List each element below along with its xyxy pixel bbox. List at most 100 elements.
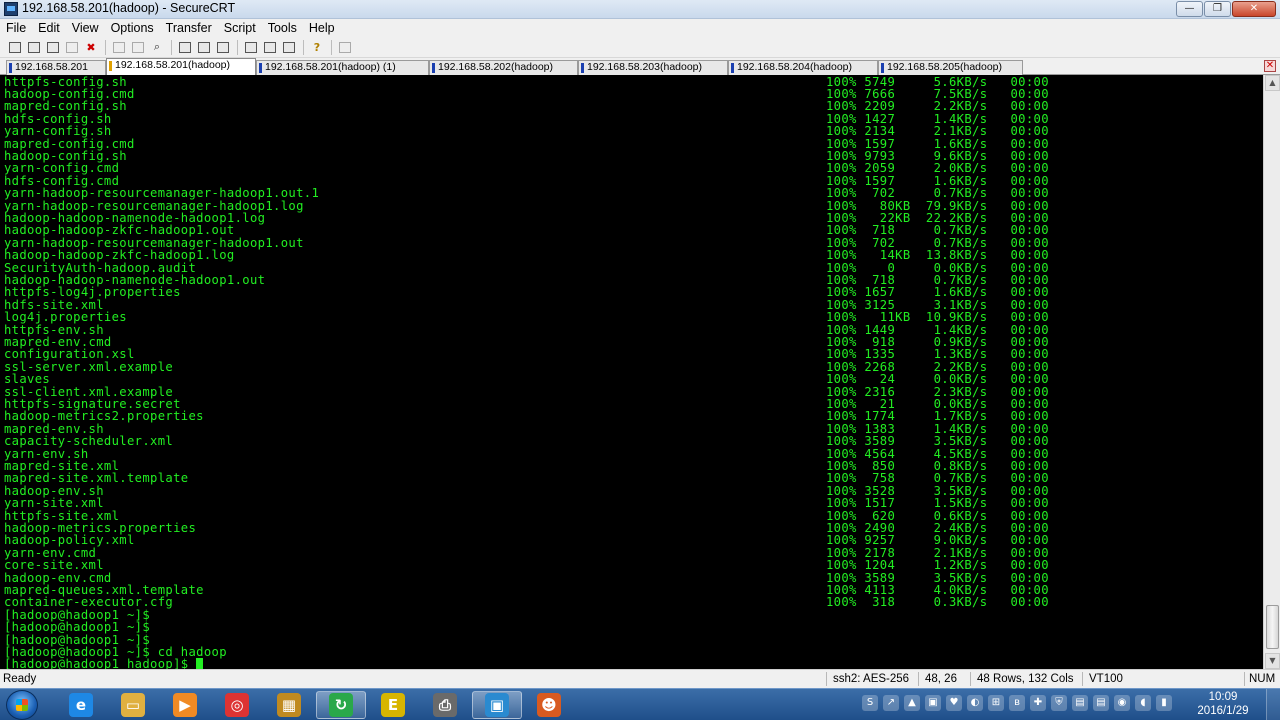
transfer-stats: 100% 1204 1.2KB/s 00:00 [826,558,1049,573]
session-options-icon[interactable] [242,39,260,55]
tray-icon[interactable]: ▤ [1072,695,1088,711]
taskbar-button[interactable]: e [56,691,106,719]
global-options-icon[interactable] [261,39,279,55]
start-button[interactable] [6,690,38,720]
about-icon[interactable] [336,39,354,55]
taskbar-button[interactable]: ▦ [264,691,314,719]
clock-date: 2016/1/29 [1197,705,1249,717]
session-tab[interactable]: 192.168.58.202(hadoop) [429,60,578,75]
taskbar-button[interactable]: ▭ [108,691,158,719]
quick-connect-icon[interactable] [25,39,43,55]
status-emulation: VT100 [1089,673,1123,685]
connect-icon[interactable] [6,39,24,55]
print-screen-icon[interactable] [176,39,194,55]
transfer-stats: 100% 1774 1.7KB/s 00:00 [826,409,1049,424]
session-tab[interactable]: 192.168.58.204(hadoop) [728,60,878,75]
tray-icon[interactable]: ↗ [883,695,899,711]
tray-icon[interactable]: ⊞ [988,695,1004,711]
transfer-stats: 100% 318 0.3KB/s 00:00 [826,595,1049,610]
windows-taskbar: e ▭ ▶ ◎ ▦ ↻ E ⎙ ▣ ☻ S ↗ ▲ ▣ ♥ ◐ ⊞ ʙ ✚ ⛨ ▤ ▤ ◉ ◖ ▮ 10:09 2016/1/… [0,688,1280,720]
transfer-filename: yarn-config.cmd [4,161,120,176]
transfer-filename: slaves [4,372,51,387]
menu-tools[interactable]: Tools [262,21,303,35]
toolbar: ✖ ⌕? [0,37,1280,58]
taskbar-button[interactable]: ▶ [160,691,210,719]
menu-script[interactable]: Script [218,21,262,35]
securecrt-app-icon[interactable] [4,2,18,16]
paste-icon[interactable] [129,39,147,55]
minimize-button[interactable]: — [1176,1,1203,17]
prompt-text: [hadoop@hadoop1 hadoop]$ [4,657,189,669]
media-player-icon: ▶ [173,693,197,717]
transfer-stats: 100% 9257 9.0KB/s 00:00 [826,533,1049,548]
print-icon[interactable] [214,39,232,55]
tray-icon[interactable]: ◉ [1114,695,1130,711]
terminal-output[interactable]: httpfs-config.sh 100% 5749 5.6KB/s 00:00 h… [0,75,1263,669]
tray-icon[interactable]: ◐ [967,695,983,711]
menu-file[interactable]: File [0,21,32,35]
show-desktop-button[interactable] [1266,689,1280,720]
session-tab[interactable]: 192.168.58.203(hadoop) [578,60,728,75]
print-selection-icon[interactable] [195,39,213,55]
tray-icon[interactable]: ♥ [946,695,962,711]
maximize-button[interactable]: ❐ [1204,1,1231,17]
tray-icon[interactable]: ✚ [1030,695,1046,711]
scroll-up-arrow-icon[interactable]: ▲ [1265,75,1280,91]
tray-icon[interactable]: ▣ [925,695,941,711]
menu-help[interactable]: Help [303,21,341,35]
status-num-lock: NUM [1249,673,1276,685]
title-bar[interactable]: 192.168.58.201(hadoop) - SecureCRT — ❐ ✕ [0,0,1280,19]
transfer-stats: 100% 2059 2.0KB/s 00:00 [826,161,1049,176]
taskbar-button[interactable]: ↻ [316,691,366,719]
menu-options[interactable]: Options [105,21,160,35]
tray-icon[interactable]: ʙ [1009,695,1025,711]
tray-icon[interactable]: ▮ [1156,695,1172,711]
keymap-icon[interactable] [280,39,298,55]
system-tray: S ↗ ▲ ▣ ♥ ◐ ⊞ ʙ ✚ ⛨ ▤ ▤ ◉ ◖ ▮ [862,695,1172,711]
status-cursor-position: 48, 26 [925,673,957,685]
taskbar-clock[interactable]: 10:09 2016/1/29 [1188,690,1258,718]
taskbar-button[interactable]: ⎙ [420,691,470,719]
tray-icon[interactable]: ◖ [1135,695,1151,711]
menu-bar: File Edit View Options Transfer Script Tools He… [0,19,1280,37]
game-app-icon: ☻ [537,693,561,717]
transfer-stats: 100% 2209 2.2KB/s 00:00 [826,99,1049,114]
tray-icon[interactable]: ▲ [904,695,920,711]
menu-edit[interactable]: Edit [32,21,66,35]
terminal-scrollbar[interactable]: ▲ ▼ [1263,75,1280,669]
close-button[interactable]: ✕ [1232,1,1276,17]
transfer-filename: yarn-hadoop-resourcemanager-hadoop1.out.… [4,186,320,201]
taskbar-button[interactable]: E [368,691,418,719]
menu-transfer[interactable]: Transfer [160,21,218,35]
scroll-down-arrow-icon[interactable]: ▼ [1265,653,1280,669]
transfer-filename: hadoop-policy.xml [4,533,135,548]
transfer-filename: mapred-site.xml.template [4,471,189,486]
terminal-cursor [196,658,204,669]
session-tab[interactable]: 192.168.58.201 [6,60,106,75]
session-tab[interactable]: 192.168.58.201(hadoop) (1) [256,60,429,75]
tray-icon[interactable]: ⛨ [1051,695,1067,711]
help-icon[interactable]: ? [308,39,326,55]
session-tab[interactable]: 192.168.58.201(hadoop) [106,58,256,75]
explorer-icon: ▭ [121,693,145,717]
shell-prompt-line: [hadoop@hadoop1 hadoop]$ [4,657,204,669]
taskbar-button[interactable]: ◎ [212,691,262,719]
connect-tab-icon[interactable] [44,39,62,55]
securecrt-taskbar-icon: ▣ [485,693,509,717]
disconnect-icon[interactable]: ✖ [82,39,100,55]
ie-icon: e [69,693,93,717]
tray-icon[interactable]: ▤ [1093,695,1109,711]
reconnect-icon[interactable] [63,39,81,55]
copy-icon[interactable] [110,39,128,55]
close-tab-icon[interactable]: ✕ [1264,60,1276,72]
window-title: 192.168.58.201(hadoop) - SecureCRT [22,1,236,15]
transfer-filename: hadoop-metrics2.properties [4,409,204,424]
menu-view[interactable]: View [66,21,105,35]
session-tab[interactable]: 192.168.58.205(hadoop) [878,60,1023,75]
find-icon[interactable]: ⌕ [148,39,166,55]
transfer-stats: 100% 3589 3.5KB/s 00:00 [826,434,1049,449]
taskbar-button[interactable]: ▣ [472,691,522,719]
tray-icon[interactable]: S [862,695,878,711]
taskbar-button[interactable]: ☻ [524,691,574,719]
scroll-thumb[interactable] [1266,605,1279,649]
